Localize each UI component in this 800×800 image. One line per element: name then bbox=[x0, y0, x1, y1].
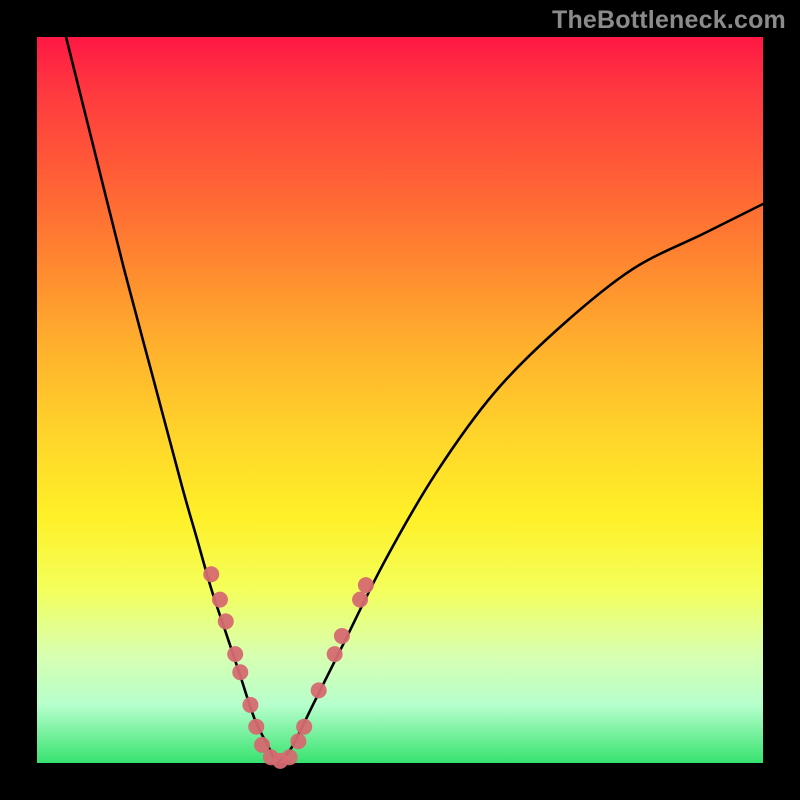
marker-point bbox=[296, 719, 312, 735]
series-group bbox=[66, 37, 763, 763]
marker-group bbox=[203, 566, 374, 769]
marker-point bbox=[327, 646, 343, 662]
marker-point bbox=[242, 697, 258, 713]
marker-point bbox=[358, 577, 374, 593]
series-left-branch bbox=[66, 37, 277, 763]
chart-svg bbox=[37, 37, 763, 763]
series-right-branch bbox=[277, 204, 763, 763]
marker-point bbox=[290, 733, 306, 749]
marker-point bbox=[248, 719, 264, 735]
marker-point bbox=[212, 592, 228, 608]
marker-point bbox=[334, 628, 350, 644]
watermark-text: TheBottleneck.com bbox=[552, 6, 786, 35]
marker-point bbox=[282, 749, 298, 765]
plot-area bbox=[37, 37, 763, 763]
marker-point bbox=[232, 664, 248, 680]
marker-point bbox=[218, 613, 234, 629]
marker-point bbox=[203, 566, 219, 582]
marker-point bbox=[352, 592, 368, 608]
marker-point bbox=[227, 646, 243, 662]
chart-frame: TheBottleneck.com bbox=[0, 0, 800, 800]
marker-point bbox=[311, 682, 327, 698]
